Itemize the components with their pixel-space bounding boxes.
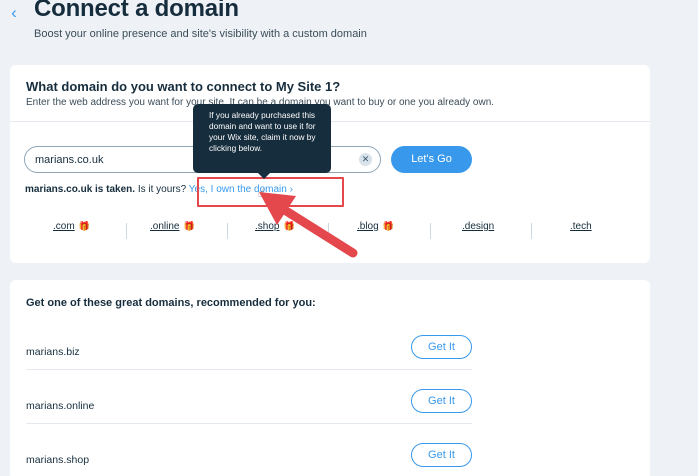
tld-label: .online <box>150 221 180 232</box>
recommended-domain: marians.online <box>26 400 95 412</box>
tld-label: .tech <box>570 221 592 232</box>
gift-icon: 🎁 <box>382 221 394 231</box>
tld-label: .com <box>53 221 75 232</box>
hand-cursor-icon: ☝ <box>258 186 266 200</box>
gift-icon: 🎁 <box>183 221 195 231</box>
get-it-button[interactable]: Get It <box>411 443 472 467</box>
recommendation-row: marians.biz Get It <box>26 325 472 379</box>
get-it-button[interactable]: Get It <box>411 389 472 413</box>
tld-item[interactable]: .tech <box>570 221 592 243</box>
tld-item[interactable]: .design <box>462 221 494 243</box>
page-subtitle: Boost your online presence and site's vi… <box>34 28 367 40</box>
get-it-button[interactable]: Get It <box>411 335 472 359</box>
tld-separator <box>328 223 329 239</box>
tld-item[interactable]: .blog 🎁 <box>357 221 394 243</box>
gift-icon: 🎁 <box>283 221 295 231</box>
tld-suggestions: .com 🎁 .online 🎁 .shop 🎁 .blog 🎁 .design .te… <box>10 221 650 243</box>
tld-item[interactable]: .shop 🎁 <box>255 221 295 243</box>
tld-label: .shop <box>255 221 280 232</box>
recommended-domain: marians.biz <box>26 346 80 358</box>
tld-separator <box>126 223 127 239</box>
divider <box>26 423 472 424</box>
tld-separator <box>430 223 431 239</box>
tld-separator <box>227 223 228 239</box>
tld-separator <box>531 223 532 239</box>
tld-item[interactable]: .com 🎁 <box>53 221 90 243</box>
taken-domain-text: marians.co.uk is taken. <box>25 184 136 195</box>
tld-item[interactable]: .online 🎁 <box>150 221 195 243</box>
back-chevron-icon[interactable]: ‹ <box>6 4 22 22</box>
tld-label: .design <box>462 221 495 232</box>
taken-question-text: Is it yours? <box>135 184 189 195</box>
recommended-domain: marians.shop <box>26 454 90 466</box>
recommendations-card: Get one of these great domains, recommen… <box>10 280 650 476</box>
clear-icon[interactable]: ✕ <box>359 153 372 166</box>
tld-label: .blog <box>357 221 379 232</box>
claim-domain-tooltip: If you already purchased this domain and… <box>193 104 331 173</box>
page-title: Connect a domain <box>34 0 239 22</box>
annotation-highlight-box <box>197 177 344 207</box>
tooltip-arrow <box>258 173 270 179</box>
lets-go-button[interactable]: Let's Go <box>391 146 472 173</box>
recommendation-row: marians.online Get It <box>26 379 472 433</box>
connect-domain-page: ‹ Connect a domain Boost your online pre… <box>0 0 698 476</box>
gift-icon: 🎁 <box>78 221 90 231</box>
card-title: What domain do you want to connect to My… <box>26 79 341 94</box>
divider <box>26 369 472 370</box>
recommendation-row: marians.shop Get It <box>26 433 472 476</box>
recommendations-title: Get one of these great domains, recommen… <box>26 297 316 309</box>
